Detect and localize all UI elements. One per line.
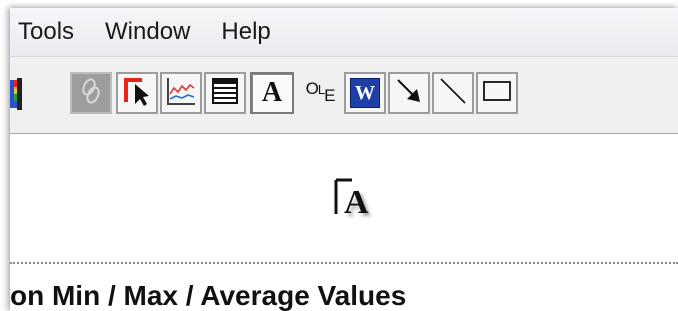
text-tool-icon: A	[261, 77, 283, 108]
word-document-icon: W	[350, 78, 380, 108]
word-w-glyph: W	[355, 82, 375, 104]
link-icon	[78, 76, 104, 111]
section-divider	[10, 262, 678, 264]
line-icon	[437, 75, 469, 112]
text-tool-button[interactable]: A	[250, 72, 294, 114]
table-icon	[210, 76, 240, 111]
drawing-toolbar: A OLE W	[10, 57, 678, 134]
report-canvas[interactable]: A on Min / Max / Average Values	[10, 134, 678, 311]
ole-letter-e: E	[324, 86, 335, 105]
arrow-line-button[interactable]	[388, 72, 430, 114]
chart-icon	[164, 74, 198, 113]
table-button[interactable]	[204, 72, 246, 114]
chart-button[interactable]	[160, 72, 202, 114]
menu-window[interactable]: Window	[93, 8, 209, 56]
application-window: Tools Window Help A OLE W A on Min / Max…	[10, 8, 678, 311]
menu-tools[interactable]: Tools	[10, 8, 93, 56]
ole-object-button[interactable]: OLE	[298, 72, 342, 114]
word-document-button[interactable]: W	[344, 72, 386, 114]
text-insert-cursor-icon: A	[330, 174, 378, 224]
text-cursor-glyph: A	[344, 184, 369, 221]
section-heading: on Min / Max / Average Values	[10, 280, 407, 311]
menu-bar: Tools Window Help	[10, 8, 678, 57]
rectangle-button[interactable]	[476, 72, 518, 114]
color-bars-icon[interactable]	[10, 72, 22, 114]
rectangle-icon	[481, 78, 513, 109]
ole-letter-o: O	[305, 79, 319, 98]
arrow-line-icon	[393, 75, 425, 112]
select-button[interactable]	[116, 72, 158, 114]
menu-help[interactable]: Help	[209, 8, 289, 56]
select-pointer-icon	[120, 74, 154, 113]
line-button[interactable]	[432, 72, 474, 114]
ole-object-icon: OLE	[305, 79, 336, 105]
link-button[interactable]	[70, 72, 112, 114]
